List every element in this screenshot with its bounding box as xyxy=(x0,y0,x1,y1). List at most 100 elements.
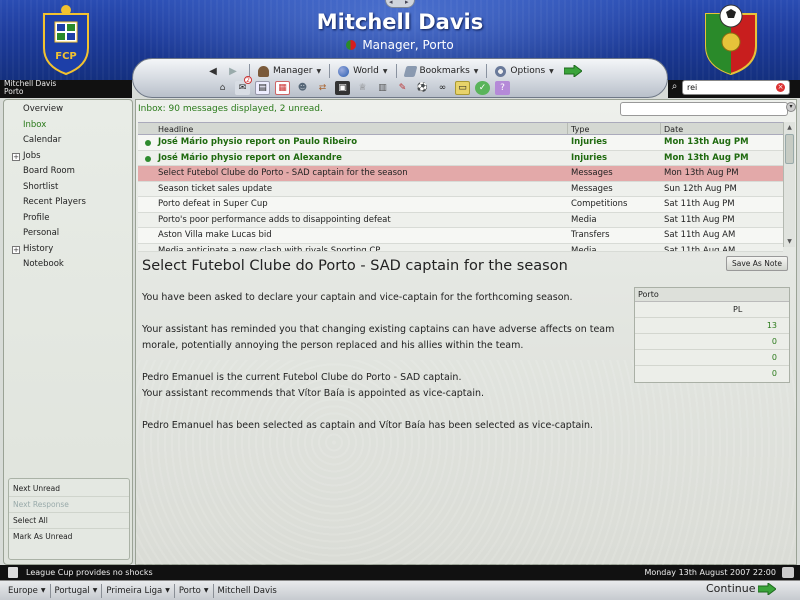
scout-icon[interactable]: ∞ xyxy=(435,81,450,95)
navigation-bar: ◀ ▶ Manager ▼ World ▼ Bookmarks ▼ Options ▼ … xyxy=(132,58,668,98)
column-type[interactable]: Type xyxy=(568,123,661,134)
table-row[interactable]: Season ticket sales update Messages Sun … xyxy=(138,181,783,197)
manager-name: Mitchell Davis xyxy=(316,10,484,34)
finance-icon[interactable]: ✎ xyxy=(395,81,410,95)
search-input[interactable]: rei × xyxy=(682,80,790,95)
calendar-small-icon[interactable] xyxy=(782,567,794,578)
date-cell: Sat 11th Aug PM xyxy=(664,214,735,225)
search-icon[interactable]: ⌕ xyxy=(668,81,681,94)
sidebar-item-label: Personal xyxy=(23,228,60,238)
bookmarks-menu[interactable]: Bookmarks ▼ xyxy=(403,65,481,77)
breadcrumb-label: Mitchell Davis xyxy=(217,586,277,596)
nav-divider xyxy=(329,64,331,78)
panel-menu-icon[interactable]: ▾ xyxy=(786,102,796,112)
news-ticker-icon[interactable] xyxy=(8,567,18,578)
headline-cell: Porto defeat in Super Cup xyxy=(158,199,268,209)
options-menu[interactable]: Options ▼ xyxy=(493,65,555,77)
table-row[interactable]: Porto defeat in Super Cup Competitions S… xyxy=(138,197,783,213)
help-icon[interactable]: ✓ xyxy=(475,81,490,95)
sidebar-item-inbox[interactable]: Inbox xyxy=(4,118,132,134)
continue-button[interactable]: Continue xyxy=(698,580,788,598)
inbox-icon[interactable]: ✉ 2 xyxy=(235,76,252,95)
breadcrumb-europe[interactable]: Europe ▼ xyxy=(8,584,51,598)
sidebar-item-label: Profile xyxy=(23,212,50,223)
notes-icon[interactable]: ▭ xyxy=(455,81,470,95)
squad-value: 0 xyxy=(635,334,789,350)
table-row[interactable]: Aston Villa make Lucas bid Transfers Sat… xyxy=(138,228,783,244)
date-cell: Sat 11th Aug PM xyxy=(664,199,735,209)
sidebar-item-jobs[interactable]: + Jobs xyxy=(4,149,132,165)
sidebar-item-calendar[interactable]: Calendar xyxy=(4,133,132,149)
nav-continue-arrow-icon[interactable] xyxy=(563,65,582,77)
column-date[interactable]: Date xyxy=(661,123,783,134)
column-headline[interactable]: Headline xyxy=(138,123,568,134)
squad-icon[interactable]: ☻ xyxy=(295,81,310,95)
inbox-filter-input[interactable] xyxy=(620,102,788,116)
forward-arrow-icon[interactable]: ▶ xyxy=(223,63,243,79)
breadcrumb-label: Portugal xyxy=(54,586,90,596)
expand-icon[interactable]: + xyxy=(12,245,20,254)
table-row-selected[interactable]: Select Futebol Clube do Porto - SAD capt… xyxy=(138,166,783,182)
news-headline[interactable]: League Cup provides no shocks xyxy=(26,565,153,580)
squad-column-header: PL xyxy=(635,302,789,318)
scroll-down-icon[interactable]: ▼ xyxy=(785,237,794,246)
breadcrumb-portugal[interactable]: Portugal ▼ xyxy=(55,584,103,598)
breadcrumb-primeira-liga[interactable]: Primeira Liga ▼ xyxy=(106,584,175,598)
scroll-thumb[interactable] xyxy=(785,134,794,164)
sidebar-item-label: History xyxy=(23,243,54,254)
headline-cell: Porto's poor performance adds to disappo… xyxy=(158,214,391,225)
table-row[interactable]: José Mário physio report on Alexandre In… xyxy=(138,150,783,166)
sidebar-item-recent-players[interactable]: Recent Players xyxy=(4,195,132,211)
question-icon[interactable]: ? xyxy=(495,81,510,95)
inbox-status: Inbox: 90 messages displayed, 2 unread. xyxy=(138,104,323,114)
select-all-button[interactable]: Select All xyxy=(9,513,129,529)
save-as-note-button[interactable]: Save As Note xyxy=(726,256,788,271)
home-icon[interactable]: ⌂ xyxy=(215,81,230,95)
sidebar-item-notebook[interactable]: Notebook xyxy=(4,257,132,273)
scroll-up-icon[interactable]: ▲ xyxy=(785,123,794,132)
expand-icon[interactable]: + xyxy=(12,152,20,161)
breadcrumb-mitchell-davis[interactable]: Mitchell Davis xyxy=(218,584,281,598)
nav-divider xyxy=(486,64,488,78)
window-handle[interactable]: ◂ ▸ xyxy=(385,0,415,8)
current-datetime: Monday 13th August 2007 22:00 xyxy=(644,568,776,577)
sidebar-item-board-room[interactable]: Board Room xyxy=(4,164,132,180)
sidebar-item-label: Overview xyxy=(23,104,64,114)
message-list-scrollbar[interactable]: ▲ ▼ xyxy=(783,122,795,247)
sidebar-item-profile[interactable]: Profile xyxy=(4,211,132,227)
manager-menu[interactable]: Manager ▼ xyxy=(256,65,323,77)
sidebar-item-history[interactable]: + History xyxy=(4,242,132,258)
sidebar-item-personal[interactable]: Personal xyxy=(4,226,132,242)
sidebar-item-label: Calendar xyxy=(23,135,62,145)
world-menu[interactable]: World ▼ xyxy=(336,65,389,77)
tactics-icon[interactable]: ▣ xyxy=(335,81,350,95)
table-header: Headline Type Date xyxy=(138,122,783,135)
breadcrumb-porto[interactable]: Porto ▼ xyxy=(179,584,214,598)
manager-role: Manager, Porto xyxy=(250,38,550,52)
headline-cell: José Mário physio report on Alexandre xyxy=(138,151,568,166)
training-icon[interactable]: ▥ xyxy=(375,81,390,95)
inbox-badge: 2 xyxy=(244,76,252,84)
back-arrow-icon[interactable]: ◀ xyxy=(203,63,223,79)
table-row[interactable]: Media anticipate a new clash with rivals… xyxy=(138,243,783,252)
squad-value: 0 xyxy=(771,369,777,378)
match-icon[interactable]: ⚽ xyxy=(415,81,430,95)
message-paragraph: Pedro Emanuel is the current Futebol Clu… xyxy=(142,372,485,399)
table-row[interactable]: José Mário physio report on Paulo Ribeir… xyxy=(138,135,783,151)
news-icon[interactable]: ▤ xyxy=(255,81,270,95)
unread-dot-icon xyxy=(145,155,151,162)
transfers-icon[interactable]: ⇄ xyxy=(315,81,330,95)
sidebar-item-label: Shortlist xyxy=(23,181,59,192)
sidebar-item-overview[interactable]: Overview xyxy=(4,102,132,118)
trophy-icon[interactable]: ♕ xyxy=(355,81,370,95)
next-response-button[interactable]: Next Response xyxy=(9,497,129,513)
clear-search-icon[interactable]: × xyxy=(776,83,785,92)
sidebar-item-shortlist[interactable]: Shortlist xyxy=(4,180,132,196)
sidebar-item-label: Recent Players xyxy=(23,197,86,207)
table-row[interactable]: Porto's poor performance adds to disappo… xyxy=(138,212,783,228)
calendar-icon[interactable]: ▦ xyxy=(275,81,290,95)
main-panel: Inbox: 90 messages displayed, 2 unread. … xyxy=(135,99,797,566)
next-unread-button[interactable]: Next Unread xyxy=(9,481,129,497)
headline-cell: Season ticket sales update xyxy=(158,183,273,194)
mark-as-unread-button[interactable]: Mark As Unread xyxy=(9,529,129,545)
